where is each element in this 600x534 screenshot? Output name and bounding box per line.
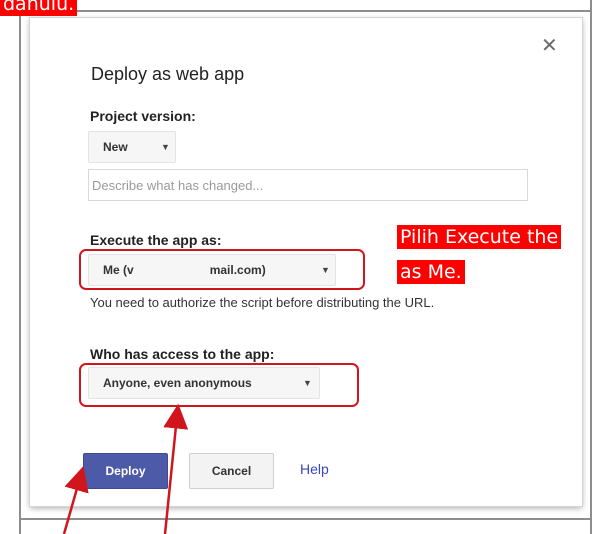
annotation-arrows (62, 403, 189, 534)
arrow-to-access-select (163, 403, 189, 534)
arrow-to-deploy-button (62, 465, 89, 534)
